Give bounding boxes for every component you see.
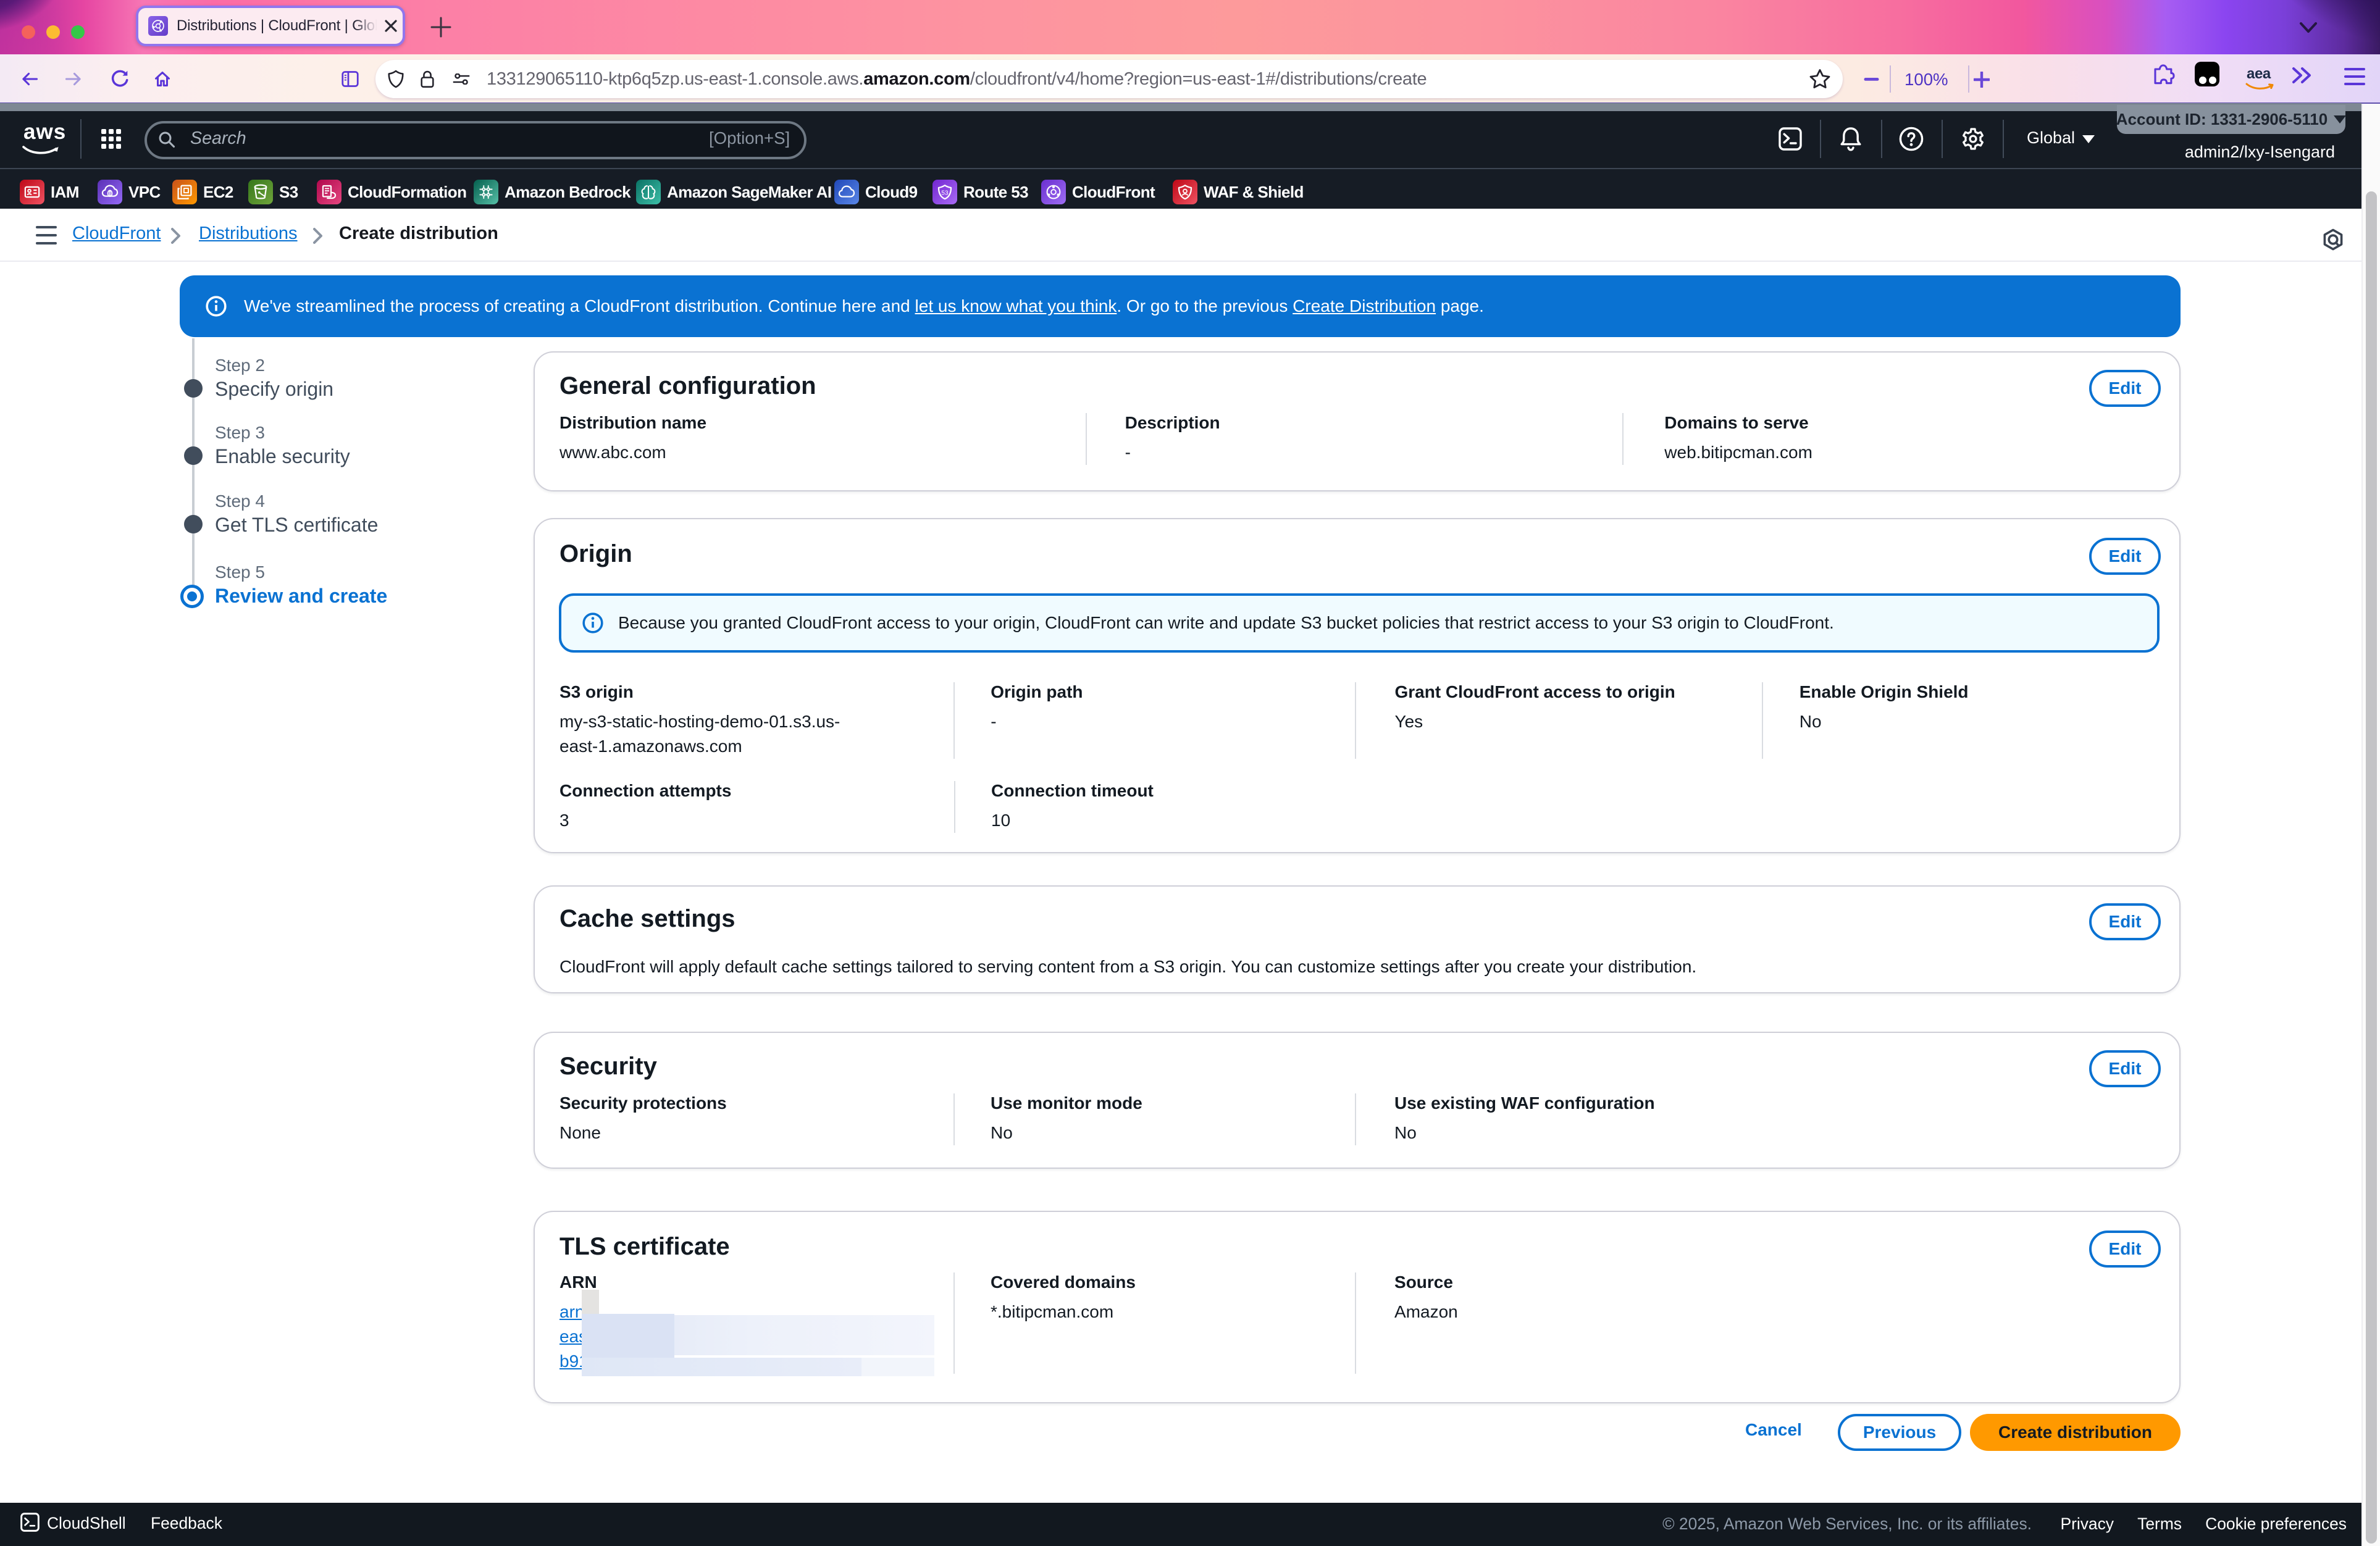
svg-text:53: 53: [941, 190, 949, 196]
